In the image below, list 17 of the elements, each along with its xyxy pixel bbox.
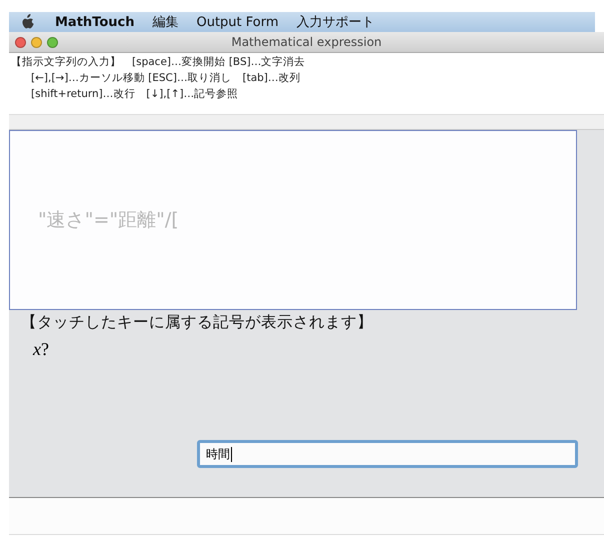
instruction-line: [←],[→]…カーソル移動 [ESC]…取り消し [tab]…改列 [31,71,300,86]
zoom-button[interactable] [47,36,58,48]
expression-text: "速さ"="距離"/[ [38,208,179,233]
app-menu[interactable]: MathTouch [55,14,134,30]
window-title: Mathematical expression [231,35,382,49]
minimize-button[interactable] [31,36,42,48]
menu-item[interactable]: Output Form [196,14,279,30]
close-button[interactable] [15,36,26,48]
symbol-panel-heading: 【タッチしたキーに属する記号が表示されます】 [21,312,373,333]
symbol-item[interactable]: x? [33,339,49,360]
menu-item[interactable]: 編集 [152,13,178,31]
instruction-line: [shift+return]…改行 [↓],[↑]…記号参照 [31,87,238,102]
text-cursor [231,446,232,462]
menu-item[interactable]: 入力サポート [296,13,375,31]
input-field[interactable]: 時間 [197,440,578,468]
instruction-line: 【指示文字列の入力】 [space]…変換開始 [BS]…文字消去 [11,55,306,70]
apple-logo-icon[interactable] [21,14,35,30]
